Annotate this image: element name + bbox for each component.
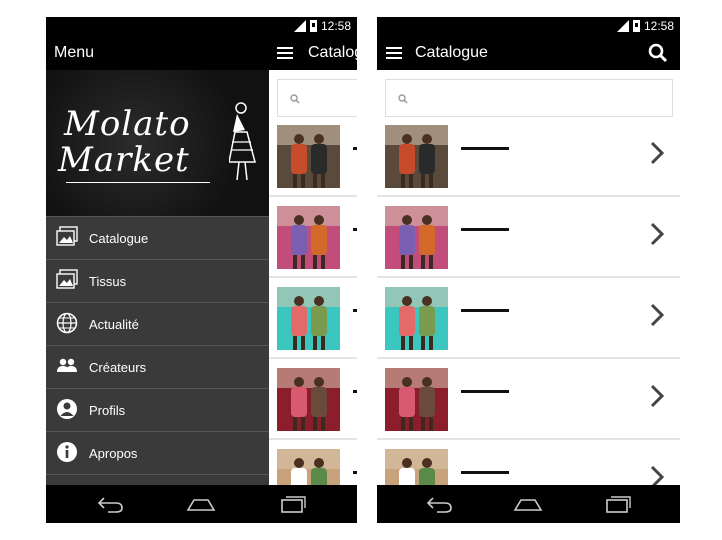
drawer-item-catalogue[interactable]: Catalogue bbox=[46, 216, 269, 259]
info-icon bbox=[56, 441, 78, 463]
product-thumbnail bbox=[277, 206, 340, 269]
battery-icon bbox=[632, 20, 640, 32]
search-icon[interactable] bbox=[648, 43, 668, 63]
logo-wordmark: Molato Market bbox=[58, 104, 191, 178]
product-thumbnail bbox=[385, 368, 448, 431]
drawer-item-apropos[interactable]: Apropos bbox=[46, 431, 269, 474]
drawer-item-createurs[interactable]: Créateurs bbox=[46, 345, 269, 388]
people-icon bbox=[56, 355, 78, 377]
chevron-right-icon[interactable] bbox=[650, 141, 664, 165]
product-thumbnail bbox=[277, 368, 340, 431]
drawer-item-label: Tissus bbox=[89, 274, 127, 289]
chevron-right-icon[interactable] bbox=[650, 303, 664, 327]
drawer-header: Menu bbox=[46, 36, 269, 70]
item-title-placeholder bbox=[461, 471, 509, 474]
gallery-icon bbox=[56, 269, 78, 291]
catalogue-list-item[interactable] bbox=[377, 360, 680, 440]
home-icon[interactable] bbox=[186, 494, 216, 514]
app-logo: Molato Market bbox=[46, 70, 269, 216]
product-thumbnail bbox=[385, 206, 448, 269]
catalogue-list-item[interactable] bbox=[269, 279, 357, 359]
app-bar: Catalogue bbox=[377, 36, 680, 70]
hamburger-icon[interactable] bbox=[386, 47, 402, 59]
logo-line-2: Market bbox=[58, 140, 190, 180]
drawer-item-label: Profils bbox=[89, 403, 126, 418]
drawer-item-profils[interactable]: Profils bbox=[46, 388, 269, 431]
logo-underline bbox=[66, 182, 210, 183]
chevron-right-icon[interactable] bbox=[650, 384, 664, 408]
item-title-placeholder bbox=[353, 390, 357, 393]
status-bar: 12:58 bbox=[46, 17, 357, 36]
app-title: Catalogue bbox=[308, 44, 357, 61]
catalogue-list-item[interactable] bbox=[269, 360, 357, 440]
gallery-icon bbox=[56, 226, 78, 248]
person-icon bbox=[56, 398, 78, 420]
recent-apps-icon[interactable] bbox=[603, 494, 633, 514]
drawer-item-actualite[interactable]: Actualité bbox=[46, 302, 269, 345]
product-thumbnail bbox=[385, 287, 448, 350]
home-icon[interactable] bbox=[513, 494, 543, 514]
catalogue-list-peek bbox=[269, 70, 357, 521]
product-thumbnail bbox=[385, 125, 448, 188]
item-title-placeholder bbox=[461, 228, 509, 231]
search-input[interactable] bbox=[277, 79, 357, 117]
fashion-figure-icon bbox=[229, 102, 256, 181]
catalogue-list-item[interactable] bbox=[377, 198, 680, 278]
catalogue-list bbox=[377, 70, 680, 521]
catalogue-list-item[interactable] bbox=[377, 117, 680, 197]
app-title: Catalogue bbox=[415, 44, 488, 61]
system-nav-bar bbox=[377, 485, 680, 523]
logo-line-1: Molato bbox=[64, 104, 191, 144]
catalogue-list-item[interactable] bbox=[269, 117, 357, 197]
right-phone-screen: 12:58 Catalogue bbox=[377, 17, 680, 523]
drawer-item-label: Actualité bbox=[89, 317, 139, 332]
back-icon[interactable] bbox=[425, 494, 455, 514]
product-thumbnail bbox=[277, 125, 340, 188]
battery-icon bbox=[309, 20, 317, 32]
globe-icon bbox=[56, 312, 78, 334]
catalogue-list-item[interactable] bbox=[377, 279, 680, 359]
search-icon bbox=[398, 94, 408, 104]
item-title-placeholder bbox=[353, 309, 357, 312]
status-time: 12:58 bbox=[643, 19, 674, 33]
navigation-drawer: Menu Molato Market Catalogue Tissus Actual… bbox=[46, 36, 269, 485]
recent-apps-icon[interactable] bbox=[278, 494, 308, 514]
item-title-placeholder bbox=[353, 147, 357, 150]
drawer-item-label: Créateurs bbox=[89, 360, 147, 375]
left-phone-screen: 12:58 Catalogue Menu Molato Market bbox=[46, 17, 357, 523]
back-icon[interactable] bbox=[96, 494, 126, 514]
drawer-item-partial[interactable] bbox=[46, 474, 269, 485]
item-title-placeholder bbox=[461, 390, 509, 393]
chevron-right-icon[interactable] bbox=[650, 222, 664, 246]
search-icon bbox=[290, 94, 300, 104]
signal-icon bbox=[293, 20, 306, 32]
status-bar: 12:58 bbox=[377, 17, 680, 36]
item-title-placeholder bbox=[353, 228, 357, 231]
signal-icon bbox=[616, 20, 629, 32]
item-title-placeholder bbox=[353, 471, 357, 474]
drawer-item-tissus[interactable]: Tissus bbox=[46, 259, 269, 302]
product-thumbnail bbox=[277, 287, 340, 350]
drawer-item-label: Catalogue bbox=[89, 231, 149, 246]
status-time: 12:58 bbox=[320, 19, 351, 33]
item-title-placeholder bbox=[461, 147, 509, 150]
system-nav-bar bbox=[46, 485, 357, 523]
search-input[interactable] bbox=[385, 79, 673, 117]
hamburger-icon[interactable] bbox=[277, 47, 293, 59]
catalogue-list-item[interactable] bbox=[269, 198, 357, 278]
drawer-title: Menu bbox=[54, 44, 95, 61]
drawer-item-label: Apropos bbox=[89, 446, 138, 461]
item-title-placeholder bbox=[461, 309, 509, 312]
